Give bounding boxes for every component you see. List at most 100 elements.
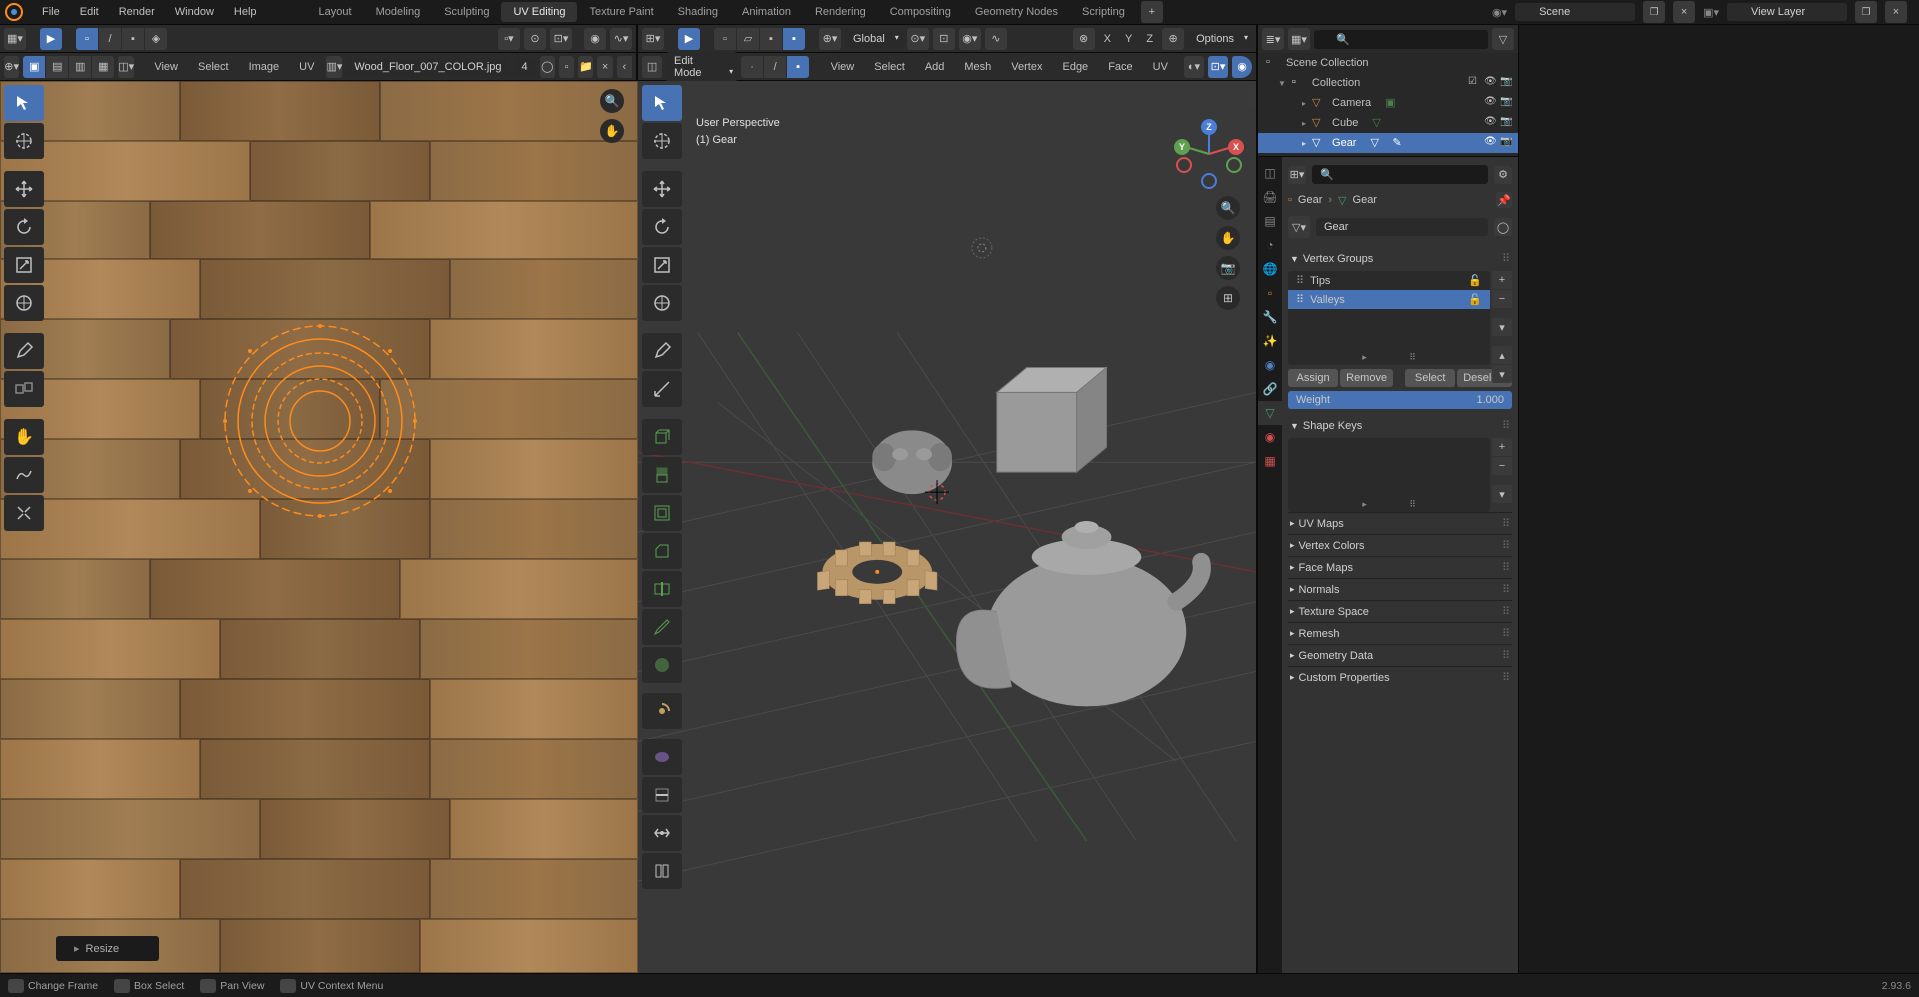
prop-type-icon[interactable]: ⊞▾	[1288, 166, 1306, 184]
prop-tab-particles[interactable]: ✨	[1258, 329, 1282, 353]
tool-measure[interactable]	[642, 371, 682, 407]
visibility-toggle-icon[interactable]: 👁	[1484, 76, 1498, 90]
workspace-tab-scripting[interactable]: Scripting	[1070, 2, 1137, 22]
assign-button[interactable]: Assign	[1288, 369, 1338, 387]
image-fake-user-icon[interactable]: ◯	[540, 56, 555, 78]
tool-add-cube[interactable]	[642, 419, 682, 455]
new-scene-button[interactable]: ❐	[1643, 1, 1665, 23]
vgroup-moveup-button[interactable]: ▴	[1492, 346, 1512, 364]
tool-smooth[interactable]	[642, 739, 682, 775]
outliner-mode-icon[interactable]: ▦▾	[1288, 28, 1310, 50]
visibility-toggle-icon[interactable]: 👁	[1484, 116, 1498, 130]
prop-tab-world[interactable]: 🌐	[1258, 257, 1282, 281]
image-pin-icon[interactable]: ‹	[617, 56, 632, 78]
outliner-item-gear[interactable]: ▸ ▽ Gear ▽ ✎ 👁 📷	[1258, 133, 1518, 153]
uv-prop-falloff-icon[interactable]: ∿▾	[610, 28, 632, 50]
uv-mask-icon[interactable]: ◫▾	[118, 56, 134, 78]
section-texture-space[interactable]: ▸Texture Space⠿	[1288, 600, 1512, 622]
tool-rip[interactable]	[4, 371, 44, 407]
prop-tab-material[interactable]: ◉	[1258, 425, 1282, 449]
viewlayer-icon[interactable]: ▣▾	[1703, 6, 1719, 19]
tool-scale-3d[interactable]	[642, 247, 682, 283]
shapekey-specials-button[interactable]: ▾	[1492, 485, 1512, 503]
vertex-group-tips[interactable]: ⠿ Tips 🔓	[1288, 271, 1490, 290]
vgroup-movedown-button[interactable]: ▾	[1492, 365, 1512, 383]
render-toggle-icon[interactable]: 📷	[1500, 116, 1514, 130]
tool-3d-cursor[interactable]	[642, 123, 682, 159]
viewport-menu-view[interactable]: View	[823, 57, 863, 77]
breadcrumb-object[interactable]: Gear	[1298, 194, 1322, 206]
tool-annotate-3d[interactable]	[642, 333, 682, 369]
tool-select[interactable]	[642, 85, 682, 121]
render-toggle-icon[interactable]: 📷	[1500, 96, 1514, 110]
lock-icon[interactable]: 🔓	[1468, 293, 1482, 306]
axis-y-toggle[interactable]: Y	[1120, 31, 1137, 47]
viewport-menu-mesh[interactable]: Mesh	[956, 57, 999, 77]
viewport-menu-add[interactable]: Add	[917, 57, 953, 77]
uv-menu-image[interactable]: Image	[241, 57, 288, 77]
uv-prop-edit-icon[interactable]: ◉	[584, 28, 606, 50]
perspective-icon[interactable]: ⊞	[1216, 286, 1240, 310]
outliner-item-cube[interactable]: ▸ ▽ Cube ▽ 👁 📷	[1258, 113, 1518, 133]
workspace-tab-shading[interactable]: Shading	[666, 2, 730, 22]
workspace-tab-texturepaint[interactable]: Texture Paint	[577, 2, 665, 22]
prop-tab-object[interactable]: ▫	[1258, 281, 1282, 305]
image-new-icon[interactable]: ▫	[559, 56, 574, 78]
viewport-menu-uv[interactable]: UV	[1145, 57, 1176, 77]
vert-mode-icon[interactable]: ·	[741, 56, 763, 78]
uv-sticky-select-icon[interactable]: ▫▾	[498, 28, 520, 50]
tool-transform[interactable]	[4, 285, 44, 321]
overlays-icon[interactable]: ◐▾	[1184, 56, 1204, 78]
lock-icon[interactable]: 🔓	[1468, 274, 1482, 287]
mesh-analysis-icon[interactable]: ⊗	[1073, 28, 1095, 50]
uv-select-island-icon[interactable]: ◈	[145, 28, 167, 50]
mesh-browse-icon[interactable]: ▽▾	[1288, 216, 1310, 238]
image-browse-icon[interactable]: ▥▾	[326, 56, 342, 78]
uv-viewport[interactable]: 🔍 ✋ ▸Resize	[0, 81, 636, 973]
breadcrumb-data[interactable]: Gear	[1353, 194, 1377, 206]
camera-icon[interactable]: 📷	[1216, 256, 1240, 280]
prop-tab-mesh-data[interactable]: ▽	[1258, 401, 1282, 425]
tool-loop-cut[interactable]	[642, 571, 682, 607]
sidebar-toggle[interactable]	[1248, 87, 1256, 107]
snap-type-icon[interactable]: ⊡	[933, 28, 955, 50]
menu-file[interactable]: File	[32, 2, 70, 22]
viewport-3d[interactable]: User Perspective (1) Gear	[638, 81, 1256, 973]
tool-inset[interactable]	[642, 495, 682, 531]
mesh-fake-user-icon[interactable]: ◯	[1494, 218, 1512, 236]
uv-pan-icon[interactable]: ✋	[600, 119, 624, 143]
uv-snap-mode-icon[interactable]: ⊡▾	[550, 28, 572, 50]
tool-cursor[interactable]	[4, 123, 44, 159]
visibility-toggle-icon[interactable]: 👁	[1484, 136, 1498, 150]
outliner-filter-icon[interactable]: ▽	[1492, 28, 1514, 50]
editor-type-viewport-icon[interactable]: ⊞▾	[642, 28, 664, 50]
tool-annotate[interactable]	[4, 333, 44, 369]
options-dropdown[interactable]: Options	[1188, 30, 1252, 48]
select-vertex-icon[interactable]: ▫	[714, 28, 736, 50]
viewport-menu-vertex[interactable]: Vertex	[1003, 57, 1050, 77]
workspace-tab-geometrynodes[interactable]: Geometry Nodes	[963, 2, 1070, 22]
workspace-tab-modeling[interactable]: Modeling	[364, 2, 433, 22]
prop-options-icon[interactable]: ⚙	[1494, 166, 1512, 184]
outliner-item-camera[interactable]: ▸ ▽ Camera ▣ 👁 📷	[1258, 93, 1518, 113]
tool-pinch[interactable]	[4, 495, 44, 531]
face-mode-icon[interactable]: ▪	[787, 56, 809, 78]
image-name-field[interactable]: Wood_Floor_007_COLOR.jpg	[346, 58, 509, 76]
mode-icon[interactable]: ◫	[642, 56, 662, 78]
workspace-tab-layout[interactable]: Layout	[307, 2, 364, 22]
section-face-maps[interactable]: ▸Face Maps⠿	[1288, 556, 1512, 578]
viewlayer-name-field[interactable]: View Layer	[1727, 3, 1847, 21]
tool-rotate[interactable]	[4, 209, 44, 245]
mesh-name-field[interactable]: Gear	[1316, 218, 1488, 236]
workspace-tab-animation[interactable]: Animation	[730, 2, 803, 22]
shape-keys-list[interactable]	[1288, 438, 1490, 498]
uv-display-1-icon[interactable]: ▣	[23, 56, 45, 78]
snap-icon[interactable]: ⊙▾	[907, 28, 929, 50]
workspace-tab-rendering[interactable]: Rendering	[803, 2, 878, 22]
uv-select-vertex-icon[interactable]: ▫	[76, 28, 98, 50]
section-vertex-groups[interactable]: ▼ Vertex Groups ⠿	[1288, 248, 1512, 269]
remove-shapekey-button[interactable]: −	[1492, 457, 1512, 475]
uv-display-4-icon[interactable]: ▦	[92, 56, 114, 78]
menu-edit[interactable]: Edit	[70, 2, 109, 22]
section-custom-properties[interactable]: ▸Custom Properties⠿	[1288, 666, 1512, 688]
